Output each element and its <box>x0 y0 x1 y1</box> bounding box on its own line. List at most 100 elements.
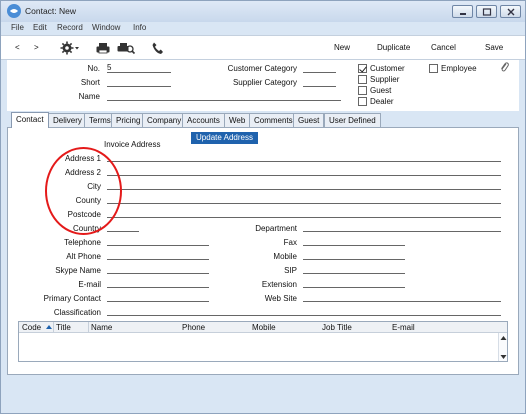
fax-field[interactable] <box>303 236 405 246</box>
country-field[interactable] <box>107 222 139 232</box>
skype-name-field[interactable] <box>107 264 209 274</box>
tab-user-defined[interactable]: User Defined <box>324 113 381 127</box>
mobile-label: Mobile <box>273 252 297 261</box>
customer-checkbox-label: Customer <box>370 64 405 73</box>
gear-icon[interactable] <box>58 39 79 57</box>
phone-icon[interactable] <box>149 39 167 57</box>
guest-checkbox-label: Guest <box>370 86 392 95</box>
dealer-checkbox[interactable] <box>358 97 367 106</box>
email-label: E-mail <box>78 280 101 289</box>
short-label: Short <box>80 78 100 87</box>
cancel-button[interactable]: Cancel <box>431 43 456 52</box>
department-field[interactable] <box>303 222 501 232</box>
grid-col-job-title[interactable]: Job Title <box>322 323 352 332</box>
save-button[interactable]: Save <box>485 43 503 52</box>
tab-web[interactable]: Web <box>224 113 251 127</box>
grid-scrollbar[interactable] <box>498 333 507 361</box>
tab-delivery[interactable]: Delivery <box>48 113 87 127</box>
no-value: 5 <box>107 63 112 72</box>
name-field[interactable] <box>107 91 341 101</box>
web-site-label: Web Site <box>264 294 297 303</box>
classification-label: Classification <box>53 308 101 317</box>
scroll-up-icon[interactable] <box>500 334 507 343</box>
previous-record-button[interactable]: < <box>15 43 20 52</box>
menu-record[interactable]: Record <box>57 23 83 32</box>
update-address-button[interactable]: Update Address <box>191 132 258 144</box>
supplier-checkbox-label: Supplier <box>370 75 400 84</box>
department-label: Department <box>255 224 297 233</box>
employee-checkbox[interactable] <box>429 64 438 73</box>
grid-col-code[interactable]: Code <box>22 323 41 332</box>
minimize-button[interactable] <box>452 5 473 18</box>
no-field[interactable]: 5 <box>107 63 171 73</box>
paperclip-icon[interactable] <box>499 61 509 75</box>
name-label: Name <box>78 92 100 101</box>
tab-company[interactable]: Company <box>142 113 187 127</box>
dealer-checkbox-label: Dealer <box>370 97 394 106</box>
close-button[interactable] <box>500 5 521 18</box>
scroll-down-icon[interactable] <box>500 353 507 362</box>
email-field[interactable] <box>107 278 209 288</box>
address2-field[interactable] <box>107 166 501 176</box>
web-site-field[interactable] <box>303 292 501 302</box>
extension-field[interactable] <box>303 278 405 288</box>
alt-phone-label: Alt Phone <box>66 252 101 261</box>
print-preview-icon[interactable] <box>116 39 136 57</box>
duplicate-button[interactable]: Duplicate <box>377 43 410 52</box>
primary-contact-field[interactable] <box>107 292 209 302</box>
tab-pricing[interactable]: Pricing <box>111 113 146 127</box>
customer-category-label: Customer Category <box>227 64 297 73</box>
title-bar: Contact: New <box>1 1 525 22</box>
menu-edit[interactable]: Edit <box>33 23 47 32</box>
supplier-category-field[interactable] <box>303 77 336 87</box>
app-icon <box>7 4 21 18</box>
grid-col-email[interactable]: E-mail <box>392 323 415 332</box>
annotation-circle <box>45 147 122 235</box>
employee-checkbox-label: Employee <box>441 64 477 73</box>
mobile-field[interactable] <box>303 250 405 260</box>
alt-phone-field[interactable] <box>107 250 209 260</box>
sip-field[interactable] <box>303 264 405 274</box>
county-field[interactable] <box>107 194 501 204</box>
telephone-label: Telephone <box>64 238 101 247</box>
grid-col-mobile[interactable]: Mobile <box>252 323 276 332</box>
next-record-button[interactable]: > <box>34 43 39 52</box>
menu-bar: File Edit Record Window Info <box>1 22 525 35</box>
customer-checkbox[interactable] <box>358 64 367 73</box>
address1-field[interactable] <box>107 152 501 162</box>
short-field[interactable] <box>107 77 171 87</box>
maximize-button[interactable] <box>476 5 497 18</box>
tab-comments[interactable]: Comments <box>249 113 298 127</box>
printer-icon[interactable] <box>94 39 112 57</box>
grid-col-phone[interactable]: Phone <box>182 323 205 332</box>
customer-category-field[interactable] <box>303 63 336 73</box>
menu-window[interactable]: Window <box>92 23 120 32</box>
grid-col-name[interactable]: Name <box>91 323 112 332</box>
column-divider <box>53 322 54 333</box>
extension-label: Extension <box>261 280 297 289</box>
menu-file[interactable]: File <box>11 23 24 32</box>
new-button[interactable]: New <box>334 43 350 52</box>
fax-label: Fax <box>283 238 297 247</box>
menu-info[interactable]: Info <box>133 23 146 32</box>
invoice-address-label: Invoice Address <box>104 140 161 149</box>
primary-contact-label: Primary Contact <box>43 294 101 303</box>
skype-name-label: Skype Name <box>55 266 101 275</box>
tab-guest[interactable]: Guest <box>293 113 325 127</box>
toolbar: < > New Duplicate Cancel Save <box>1 35 525 60</box>
contact-persons-grid[interactable]: Code Title Name Phone Mobile Job Title E… <box>18 321 508 362</box>
supplier-checkbox[interactable] <box>358 75 367 84</box>
window-title: Contact: New <box>25 6 77 16</box>
tab-accounts[interactable]: Accounts <box>182 113 225 127</box>
telephone-field[interactable] <box>107 236 209 246</box>
grid-col-title[interactable]: Title <box>56 323 71 332</box>
classification-field[interactable] <box>107 306 501 316</box>
column-divider <box>88 322 89 333</box>
postcode-field[interactable] <box>107 208 501 218</box>
city-field[interactable] <box>107 180 501 190</box>
supplier-category-label: Supplier Category <box>232 78 297 87</box>
sort-ascending-icon <box>45 323 53 333</box>
grid-header: Code Title Name Phone Mobile Job Title E… <box>19 322 507 333</box>
guest-checkbox[interactable] <box>358 86 367 95</box>
tab-contact[interactable]: Contact <box>11 112 49 128</box>
